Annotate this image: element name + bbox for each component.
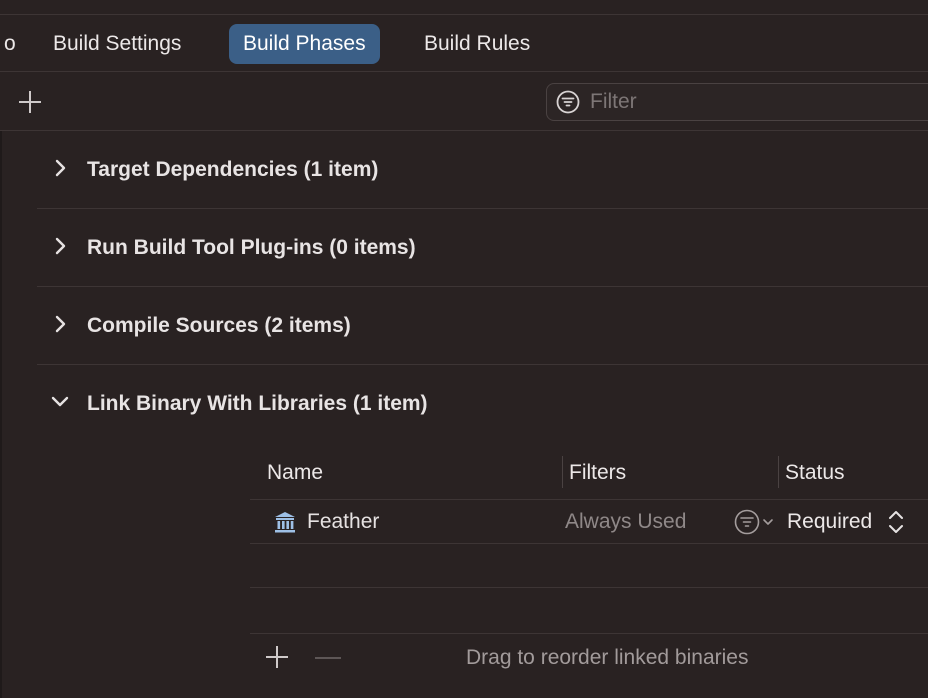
reorder-hint: Drag to reorder linked binaries bbox=[466, 646, 749, 669]
row-divider bbox=[250, 587, 928, 588]
add-library-button[interactable] bbox=[266, 646, 288, 668]
chevron-down-icon[interactable] bbox=[50, 392, 70, 412]
chevron-down-icon bbox=[763, 519, 773, 525]
filter-icon bbox=[556, 90, 580, 114]
chevron-right-icon[interactable] bbox=[51, 236, 71, 256]
add-phase-button[interactable] bbox=[19, 91, 41, 113]
row-divider bbox=[250, 543, 928, 544]
tab-build-phases[interactable]: Build Phases bbox=[229, 24, 380, 64]
phase-compile-sources[interactable]: Compile Sources (2 items) bbox=[37, 287, 928, 365]
library-filters: Always Used bbox=[565, 510, 687, 533]
phase-title: Compile Sources (2 items) bbox=[87, 314, 351, 337]
chevron-right-icon[interactable] bbox=[51, 314, 71, 334]
editor-tab-bar: o Build Settings Build Phases Build Rule… bbox=[0, 15, 928, 72]
library-status: Required bbox=[787, 510, 873, 533]
column-header-filters[interactable]: Filters bbox=[569, 447, 626, 499]
phase-target-dependencies[interactable]: Target Dependencies (1 item) bbox=[37, 131, 928, 209]
filter-input[interactable] bbox=[590, 84, 890, 120]
library-icon bbox=[275, 512, 295, 533]
library-name: Feather bbox=[307, 510, 380, 533]
tab-build-settings[interactable]: Build Settings bbox=[39, 24, 195, 64]
remove-library-button[interactable] bbox=[315, 657, 341, 659]
column-divider[interactable] bbox=[778, 456, 779, 488]
phase-run-build-tool-plugins[interactable]: Run Build Tool Plug-ins (0 items) bbox=[37, 209, 928, 287]
phase-title: Run Build Tool Plug-ins (0 items) bbox=[87, 236, 416, 259]
phase-title: Link Binary With Libraries (1 item) bbox=[87, 392, 428, 415]
column-header-name[interactable]: Name bbox=[267, 447, 323, 499]
window-top-strip bbox=[0, 0, 928, 15]
filter-icon bbox=[734, 509, 760, 535]
chevron-right-icon[interactable] bbox=[51, 158, 71, 178]
phase-title: Target Dependencies (1 item) bbox=[87, 158, 379, 181]
tab-previous-partial[interactable]: o bbox=[0, 24, 30, 64]
up-down-chevron-icon bbox=[889, 511, 903, 533]
column-divider[interactable] bbox=[562, 456, 563, 488]
tab-build-rules[interactable]: Build Rules bbox=[410, 24, 544, 64]
phases-toolbar bbox=[0, 72, 928, 131]
filter-field[interactable] bbox=[546, 83, 928, 121]
column-header-status[interactable]: Status bbox=[785, 447, 845, 499]
left-pane-edge bbox=[0, 131, 2, 698]
row-divider bbox=[250, 633, 928, 634]
